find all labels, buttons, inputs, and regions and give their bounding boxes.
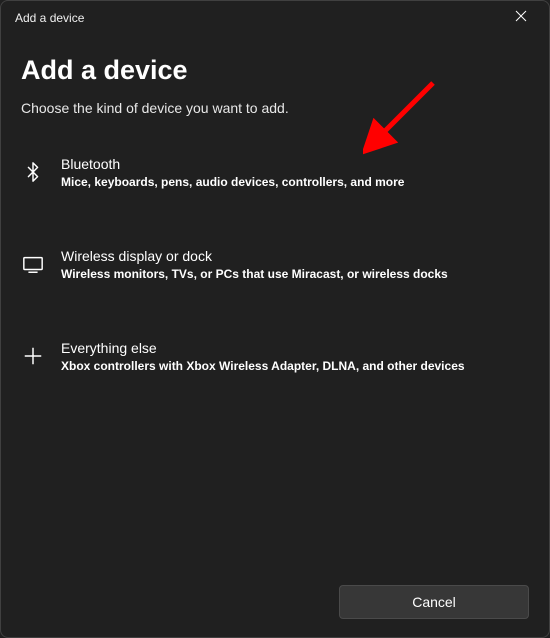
page-subtitle: Choose the kind of device you want to ad… [21,100,529,116]
option-text: Everything else Xbox controllers with Xb… [61,340,527,374]
option-text: Bluetooth Mice, keyboards, pens, audio d… [61,156,527,190]
dialog-footer: Cancel [1,569,549,637]
option-text: Wireless display or dock Wireless monito… [61,248,527,282]
dialog-content: Add a device Choose the kind of device y… [1,35,549,385]
option-everything-else[interactable]: Everything else Xbox controllers with Xb… [21,330,529,384]
close-button[interactable] [503,4,539,32]
option-title: Bluetooth [61,156,527,172]
option-bluetooth[interactable]: Bluetooth Mice, keyboards, pens, audio d… [21,146,529,200]
option-desc: Wireless monitors, TVs, or PCs that use … [61,266,527,282]
window-title: Add a device [15,11,84,25]
option-desc: Xbox controllers with Xbox Wireless Adap… [61,358,527,374]
page-title: Add a device [21,55,529,86]
plus-icon [21,344,45,368]
option-title: Everything else [61,340,527,356]
bluetooth-icon [21,160,45,184]
option-title: Wireless display or dock [61,248,527,264]
monitor-icon [21,252,45,276]
close-icon [515,9,527,27]
titlebar: Add a device [1,1,549,35]
cancel-button[interactable]: Cancel [339,585,529,619]
option-wireless-display[interactable]: Wireless display or dock Wireless monito… [21,238,529,292]
option-desc: Mice, keyboards, pens, audio devices, co… [61,174,527,190]
